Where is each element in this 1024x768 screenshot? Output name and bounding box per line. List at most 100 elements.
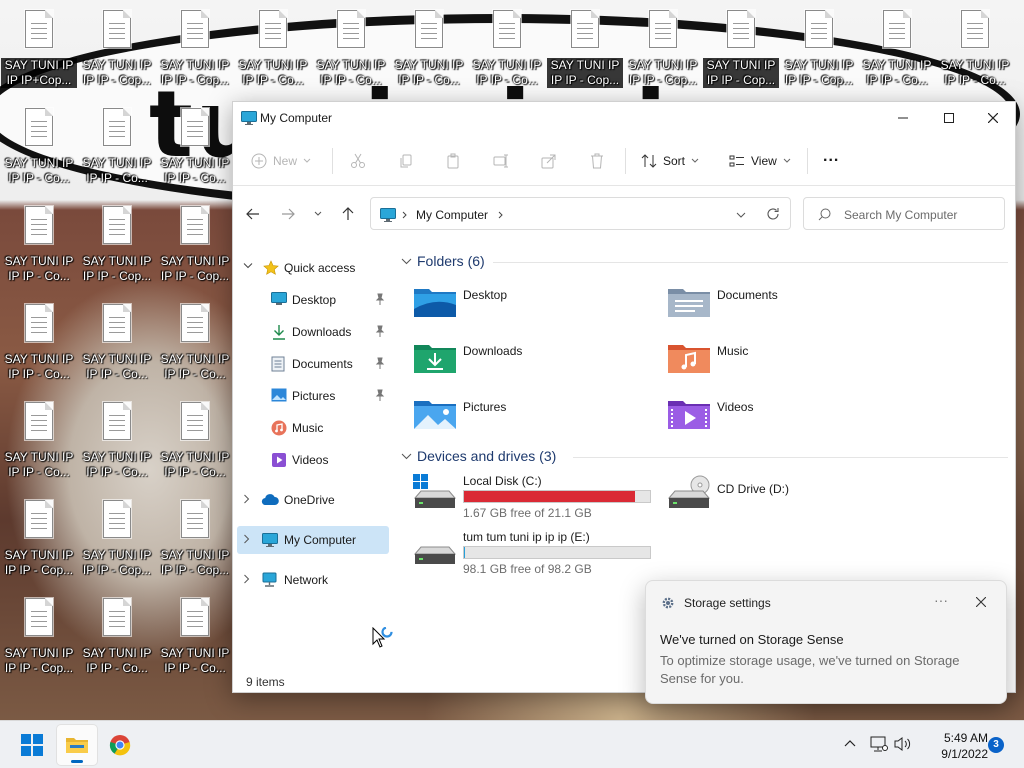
breadcrumb-my-computer[interactable]: My Computer (416, 208, 488, 222)
pin-icon[interactable] (375, 389, 385, 404)
forward-button[interactable] (276, 204, 300, 224)
desktop-file-icon[interactable]: SAY TUNI IP IP IP - Co... (939, 2, 1011, 92)
desktop-file-icon[interactable]: SAY TUNI IP IP IP - Co... (861, 2, 933, 92)
delete-button[interactable] (589, 150, 605, 172)
rename-button[interactable] (493, 150, 509, 172)
address-bar[interactable]: My Computer (370, 197, 791, 230)
chevron-right-icon[interactable] (243, 494, 251, 504)
network-status-icon[interactable] (870, 736, 888, 752)
taskbar-chrome[interactable] (100, 725, 140, 765)
desktop-file-label: SAY TUNI IP IP IP - Co... (238, 58, 308, 87)
paste-button[interactable] (445, 150, 461, 172)
sidebar-item-quick-access[interactable]: Quick access (237, 254, 389, 282)
desktop-file-icon[interactable]: SAY TUNI IP IP IP - Co... (81, 296, 153, 386)
maximize-button[interactable] (926, 102, 972, 134)
chevron-down-icon[interactable] (243, 262, 253, 270)
refresh-icon[interactable] (766, 207, 780, 221)
desktop-file-icon[interactable]: SAY TUNI IP IP IP - Cop... (3, 590, 75, 680)
drive-disk[interactable]: tum tum tuni ip ip ip (E:) 98.1 GB free o… (413, 530, 663, 582)
window-title: My Computer (260, 111, 333, 125)
desktop-file-icon[interactable]: SAY TUNI IP IP IP+Cop... (1, 2, 77, 92)
chevron-right-icon[interactable] (243, 574, 251, 584)
desktop-file-icon[interactable]: SAY TUNI IP IP IP - Co... (237, 2, 309, 92)
start-button[interactable] (12, 725, 52, 765)
notification-close-icon[interactable] (976, 597, 986, 607)
text-file-icon (727, 10, 755, 48)
desktop-file-icon[interactable]: SAY TUNI IP IP IP - Co... (159, 296, 231, 386)
pin-icon[interactable] (375, 293, 385, 308)
desktop-file-icon[interactable]: SAY TUNI IP IP IP - Cop... (81, 2, 153, 92)
desktop-file-icon[interactable]: SAY TUNI IP IP IP - Cop... (81, 198, 153, 288)
folder-desktop[interactable]: Desktop (413, 283, 663, 331)
folder-music[interactable]: Music (667, 339, 917, 387)
close-button[interactable] (970, 102, 1016, 134)
desktop-file-icon[interactable]: SAY TUNI IP IP IP - Co... (81, 394, 153, 484)
taskbar-file-explorer[interactable] (57, 725, 97, 765)
desktop-file-icon[interactable]: SAY TUNI IP IP IP - Cop... (159, 492, 231, 582)
share-button[interactable] (541, 150, 557, 172)
pin-icon[interactable] (375, 357, 385, 372)
desktop-file-icon[interactable]: SAY TUNI IP IP IP - Cop... (783, 2, 855, 92)
notification-more-button[interactable]: ··· (934, 592, 948, 608)
desktop-file-icon[interactable]: SAY TUNI IP IP IP - Cop... (547, 2, 623, 92)
folder-pictures[interactable]: Pictures (413, 395, 663, 443)
desktop-file-icon[interactable]: SAY TUNI IP IP IP - Cop... (81, 492, 153, 582)
desktop-file-icon[interactable]: SAY TUNI IP IP IP - Cop... (3, 492, 75, 582)
sidebar-item-videos[interactable]: Videos (237, 446, 389, 474)
back-button[interactable] (241, 204, 265, 224)
drives-group-header[interactable]: Devices and drives (3) (401, 448, 556, 464)
search-box[interactable]: Search My Computer (803, 197, 1005, 230)
pin-icon[interactable] (375, 325, 385, 340)
sidebar-item-documents[interactable]: Documents (237, 350, 389, 378)
new-button[interactable]: New (251, 150, 311, 172)
more-options-button[interactable]: ... (823, 146, 839, 168)
up-button[interactable] (336, 204, 360, 224)
text-file-icon (103, 206, 131, 244)
sidebar-item-pictures[interactable]: Pictures (237, 382, 389, 410)
desktop-file-icon[interactable]: SAY TUNI IP IP IP - Cop... (703, 2, 779, 92)
sort-button[interactable]: Sort (641, 150, 699, 172)
desktop-file-icon[interactable]: SAY TUNI IP IP IP - Co... (315, 2, 387, 92)
notification-count-badge[interactable]: 3 (988, 737, 1004, 753)
desktop-file-icon[interactable]: SAY TUNI IP IP IP - Co... (159, 394, 231, 484)
sidebar-item-downloads[interactable]: Downloads (237, 318, 389, 346)
desktop-file-icon[interactable]: SAY TUNI IP IP IP - Co... (3, 198, 75, 288)
drive-system-disk[interactable]: Local Disk (C:) 1.67 GB free of 21.1 GB (413, 474, 663, 526)
desktop-file-icon[interactable]: SAY TUNI IP IP IP - Cop... (159, 2, 231, 92)
desktop-file-icon[interactable]: SAY TUNI IP IP IP - Co... (3, 100, 75, 190)
desktop-file-icon[interactable]: SAY TUNI IP IP IP - Co... (159, 590, 231, 680)
folders-group-header[interactable]: Folders (6) (401, 253, 485, 269)
desktop-file-icon[interactable]: SAY TUNI IP IP IP - Cop... (159, 198, 231, 288)
storage-sense-notification[interactable]: Storage settings ··· We've turned on Sto… (645, 580, 1007, 704)
folder-downloads[interactable]: Downloads (413, 339, 663, 387)
sidebar-item-onedrive[interactable]: OneDrive (237, 486, 389, 514)
title-bar[interactable]: My Computer (233, 102, 1015, 136)
desktop-file-icon[interactable]: SAY TUNI IP IP IP - Co... (3, 296, 75, 386)
desktop-file-icon[interactable]: SAY TUNI IP IP IP - Co... (3, 394, 75, 484)
desktop-file-icon[interactable]: SAY TUNI IP IP IP - Co... (159, 100, 231, 190)
address-history-chevron-icon[interactable] (736, 212, 746, 218)
copy-button[interactable] (398, 150, 414, 172)
minimize-button[interactable] (880, 102, 926, 134)
recent-locations-button[interactable] (306, 204, 330, 224)
desktop-file-icon[interactable]: SAY TUNI IP IP IP - Co... (393, 2, 465, 92)
folder-videos[interactable]: Videos (667, 395, 917, 443)
share-icon (541, 154, 556, 169)
taskbar-clock[interactable]: 5:49 AM 9/1/2022 (918, 730, 988, 762)
desktop-file-icon[interactable]: SAY TUNI IP IP IP - Co... (81, 590, 153, 680)
desktop-file-icon[interactable]: SAY TUNI IP IP IP - Co... (81, 100, 153, 190)
sidebar-item-network[interactable]: Network (237, 566, 389, 594)
cut-button[interactable] (350, 150, 366, 172)
desktop-file-icon[interactable]: SAY TUNI IP IP IP - Co... (471, 2, 543, 92)
desktop-file-icon[interactable]: SAY TUNI IP IP IP - Cop... (627, 2, 699, 92)
speaker-volume-icon[interactable] (894, 736, 912, 752)
search-input[interactable]: Search My Computer (844, 208, 957, 222)
drive-cd-drive[interactable]: CD Drive (D:) (667, 474, 917, 526)
view-button[interactable]: View (729, 150, 791, 172)
sidebar-item-my-computer[interactable]: My Computer (237, 526, 389, 554)
sidebar-item-music[interactable]: Music (237, 414, 389, 442)
folder-documents[interactable]: Documents (667, 283, 917, 331)
show-hidden-icons-chevron-icon[interactable] (844, 739, 856, 747)
sidebar-item-desktop[interactable]: Desktop (237, 286, 389, 314)
chevron-right-icon[interactable] (243, 534, 251, 544)
